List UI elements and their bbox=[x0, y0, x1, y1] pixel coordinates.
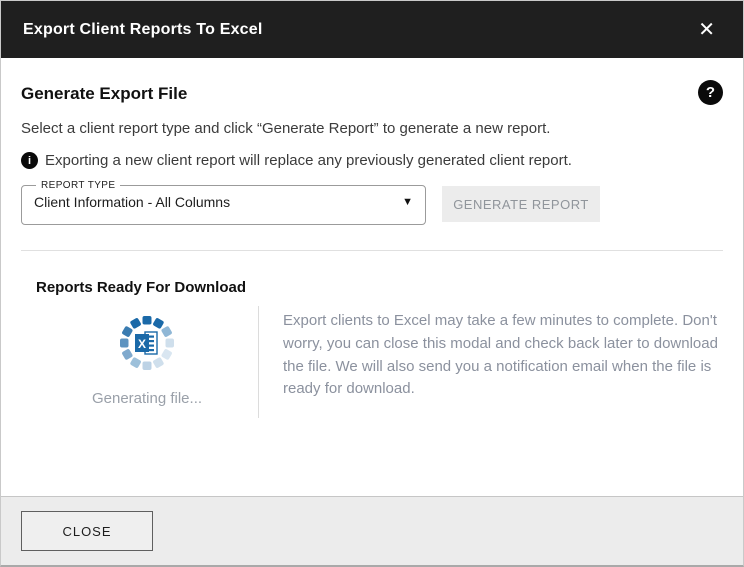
report-type-select[interactable]: REPORT TYPE Client Information - All Col… bbox=[21, 180, 426, 225]
generating-file-label: Generating file... bbox=[91, 390, 203, 407]
modal-footer: CLOSE bbox=[1, 496, 743, 565]
report-type-selected-value: Client Information - All Columns bbox=[34, 194, 231, 210]
svg-text:X: X bbox=[138, 337, 146, 351]
download-section-title: Reports Ready For Download bbox=[36, 279, 247, 296]
excel-spinner-icon: X bbox=[118, 314, 176, 377]
help-icon[interactable]: ? bbox=[698, 80, 723, 105]
chevron-down-icon: ▼ bbox=[402, 195, 413, 208]
reports-download-section: Reports Ready For Download X Generating … bbox=[1, 251, 743, 418]
export-notice: Export clients to Excel may take a few m… bbox=[259, 310, 730, 418]
generating-status: X Generating file... bbox=[36, 310, 258, 418]
report-type-select-face: Client Information - All Columns ▼ bbox=[34, 189, 413, 215]
generate-report-button[interactable]: GENERATE REPORT bbox=[442, 186, 600, 222]
export-notice-text: Export clients to Excel may take a few m… bbox=[283, 312, 718, 398]
close-icon[interactable]: ✕ bbox=[692, 16, 721, 44]
generate-export-section: Generate Export File ? Select a client r… bbox=[1, 58, 743, 251]
generate-description: Select a client report type and click “G… bbox=[21, 120, 551, 137]
modal-title: Export Client Reports To Excel bbox=[23, 20, 263, 38]
report-type-label: REPORT TYPE bbox=[41, 180, 116, 191]
export-reports-modal: Export Client Reports To Excel ✕ Generat… bbox=[0, 0, 744, 567]
info-icon: i bbox=[21, 152, 38, 169]
report-controls-row: REPORT TYPE Client Information - All Col… bbox=[21, 180, 723, 225]
generate-section-title: Generate Export File bbox=[21, 84, 188, 103]
close-button[interactable]: CLOSE bbox=[21, 511, 153, 551]
modal-header: Export Client Reports To Excel ✕ bbox=[1, 1, 743, 58]
download-body: X Generating file... Export clients to E… bbox=[36, 306, 723, 418]
generate-heading-row: Generate Export File ? bbox=[21, 80, 723, 105]
info-note-row: i Exporting a new client report will rep… bbox=[21, 152, 723, 169]
info-note-text: Exporting a new client report will repla… bbox=[45, 152, 572, 169]
